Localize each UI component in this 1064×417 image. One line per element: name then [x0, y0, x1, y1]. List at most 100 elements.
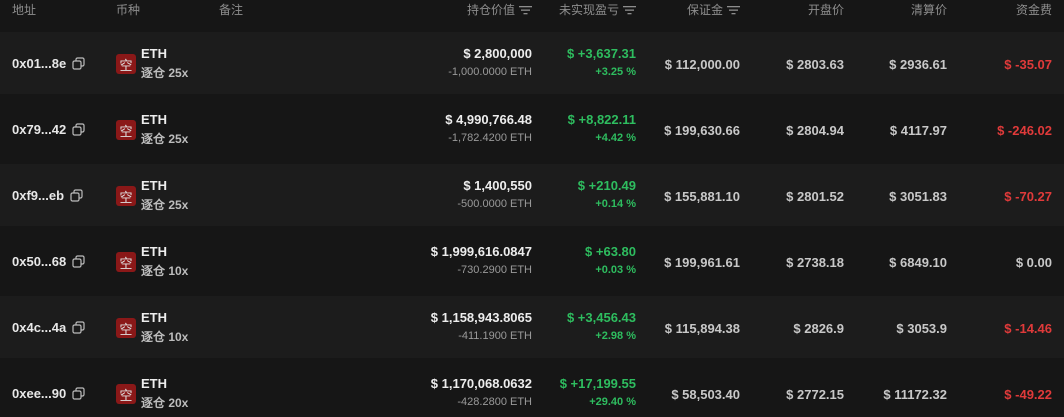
position-value: $ 1,158,943.8065	[430, 310, 532, 325]
entry-price: $ 2801.52	[786, 189, 844, 204]
unrealized-pnl: $ +3,456.43	[566, 310, 636, 325]
position-size: -730.2900 ETH	[457, 264, 532, 276]
funding-fee: $ -70.27	[1004, 189, 1052, 204]
liquidation-price: $ 11172.32	[883, 387, 947, 402]
short-side-badge: 空	[116, 318, 136, 338]
address-text: 0x79...42	[12, 122, 67, 137]
header-position-value[interactable]: 持仓价值	[467, 1, 532, 18]
margin-mode-leverage: 逐仓 10x	[141, 330, 189, 344]
funding-fee: $ -14.46	[1004, 321, 1052, 336]
address-text: 0xf9...eb	[12, 188, 65, 203]
header-funding: 资金费	[1016, 1, 1052, 18]
margin-value: $ 115,894.38	[664, 321, 740, 336]
unrealized-pnl: $ +210.49	[577, 178, 636, 193]
table-row[interactable]: 0xee...90 空 ETH 逐仓 20x $ 1,170,068.0632 …	[0, 362, 1064, 417]
position-size: -1,000.0000 ETH	[448, 66, 532, 78]
margin-mode-leverage: 逐仓 25x	[141, 198, 189, 212]
short-side-badge: 空	[116, 252, 136, 272]
short-side-badge: 空	[116, 186, 136, 206]
liquidation-price: $ 3053.9	[896, 321, 947, 336]
unrealized-pnl-percent: +3.25 %	[595, 66, 636, 78]
copy-icon[interactable]	[72, 387, 85, 400]
position-value: $ 1,170,068.0632	[430, 376, 532, 391]
address-cell[interactable]: 0xee...90	[12, 386, 85, 401]
margin-value: $ 58,503.40	[671, 387, 740, 402]
header-coin-label: 币种	[116, 3, 141, 17]
header-unrealized-pnl-label: 未实现盈亏	[558, 3, 619, 17]
funding-fee: $ -35.07	[1004, 57, 1052, 72]
unrealized-pnl-percent: +29.40 %	[589, 396, 636, 408]
address-text: 0x50...68	[12, 254, 67, 269]
entry-price: $ 2826.9	[793, 321, 844, 336]
copy-icon[interactable]	[72, 123, 85, 136]
margin-mode-leverage: 逐仓 20x	[141, 396, 189, 410]
entry-price: $ 2772.15	[786, 387, 844, 402]
header-margin[interactable]: 保证金	[687, 1, 740, 18]
margin-value: $ 155,881.10	[664, 189, 740, 204]
header-coin: 币种	[116, 1, 140, 18]
funding-fee: $ -246.02	[997, 123, 1052, 138]
liquidation-price: $ 4117.97	[889, 123, 947, 138]
short-side-badge: 空	[116, 120, 136, 140]
header-liq-price: 清算价	[911, 1, 947, 18]
header-unrealized-pnl[interactable]: 未实现盈亏	[559, 1, 636, 18]
liquidation-price: $ 2936.61	[889, 57, 947, 72]
header-note-label: 备注	[219, 3, 244, 17]
header-address: 地址	[12, 1, 36, 18]
address-cell[interactable]: 0x50...68	[12, 254, 85, 269]
position-value: $ 1,400,550	[463, 178, 532, 193]
address-cell[interactable]: 0xf9...eb	[12, 188, 83, 203]
copy-icon[interactable]	[70, 189, 83, 202]
funding-fee: $ -49.22	[1004, 387, 1052, 402]
coin-name: ETH	[141, 112, 167, 127]
header-liq-price-label: 清算价	[910, 3, 947, 17]
address-cell[interactable]: 0x01...8e	[12, 56, 85, 71]
header-entry-price-label: 开盘价	[807, 3, 844, 17]
position-size: -500.0000 ETH	[457, 198, 532, 210]
sort-filter-icon[interactable]	[623, 5, 636, 15]
address-cell[interactable]: 0x79...42	[12, 122, 85, 137]
position-value: $ 2,800,000	[463, 46, 532, 61]
coin-name: ETH	[141, 376, 167, 391]
unrealized-pnl-percent: +2.98 %	[595, 330, 636, 342]
unrealized-pnl: $ +63.80	[585, 244, 636, 259]
margin-value: $ 199,961.61	[664, 255, 740, 270]
header-note: 备注	[219, 1, 243, 18]
address-cell[interactable]: 0x4c...4a	[12, 320, 85, 335]
entry-price: $ 2803.63	[786, 57, 844, 72]
header-position-value-label: 持仓价值	[466, 3, 515, 17]
copy-icon[interactable]	[72, 57, 85, 70]
liquidation-price: $ 6849.10	[889, 255, 947, 270]
entry-price: $ 2804.94	[786, 123, 844, 138]
unrealized-pnl-percent: +0.03 %	[595, 264, 636, 276]
table-row[interactable]: 0x01...8e 空 ETH 逐仓 25x $ 2,800,000 -1,00…	[0, 32, 1064, 94]
address-text: 0x4c...4a	[12, 320, 67, 335]
margin-mode-leverage: 逐仓 25x	[141, 132, 189, 146]
coin-name: ETH	[141, 244, 167, 259]
table-row[interactable]: 0x79...42 空 ETH 逐仓 25x $ 4,990,766.48 -1…	[0, 98, 1064, 160]
position-value: $ 1,999,616.0847	[430, 244, 532, 259]
entry-price: $ 2738.18	[786, 255, 844, 270]
coin-name: ETH	[141, 310, 167, 325]
funding-fee: $ 0.00	[1015, 255, 1052, 270]
liquidation-price: $ 3051.83	[889, 189, 947, 204]
sort-filter-icon[interactable]	[519, 5, 532, 15]
address-text: 0x01...8e	[12, 56, 67, 71]
copy-icon[interactable]	[72, 321, 85, 334]
unrealized-pnl: $ +17,199.55	[559, 376, 636, 391]
address-text: 0xee...90	[12, 386, 67, 401]
table-row[interactable]: 0x50...68 空 ETH 逐仓 10x $ 1,999,616.0847 …	[0, 230, 1064, 292]
sort-filter-icon[interactable]	[727, 5, 740, 15]
short-side-badge: 空	[116, 384, 136, 404]
table-row[interactable]: 0xf9...eb 空 ETH 逐仓 25x $ 1,400,550 -500.…	[0, 164, 1064, 226]
margin-value: $ 112,000.00	[664, 57, 740, 72]
copy-icon[interactable]	[72, 255, 85, 268]
margin-mode-leverage: 逐仓 25x	[141, 66, 189, 80]
coin-name: ETH	[141, 46, 167, 61]
unrealized-pnl: $ +3,637.31	[566, 46, 636, 61]
position-size: -1,782.4200 ETH	[448, 132, 532, 144]
unrealized-pnl-percent: +4.42 %	[595, 132, 636, 144]
table-row[interactable]: 0x4c...4a 空 ETH 逐仓 10x $ 1,158,943.8065 …	[0, 296, 1064, 358]
header-entry-price: 开盘价	[808, 1, 844, 18]
short-side-badge: 空	[116, 54, 136, 74]
